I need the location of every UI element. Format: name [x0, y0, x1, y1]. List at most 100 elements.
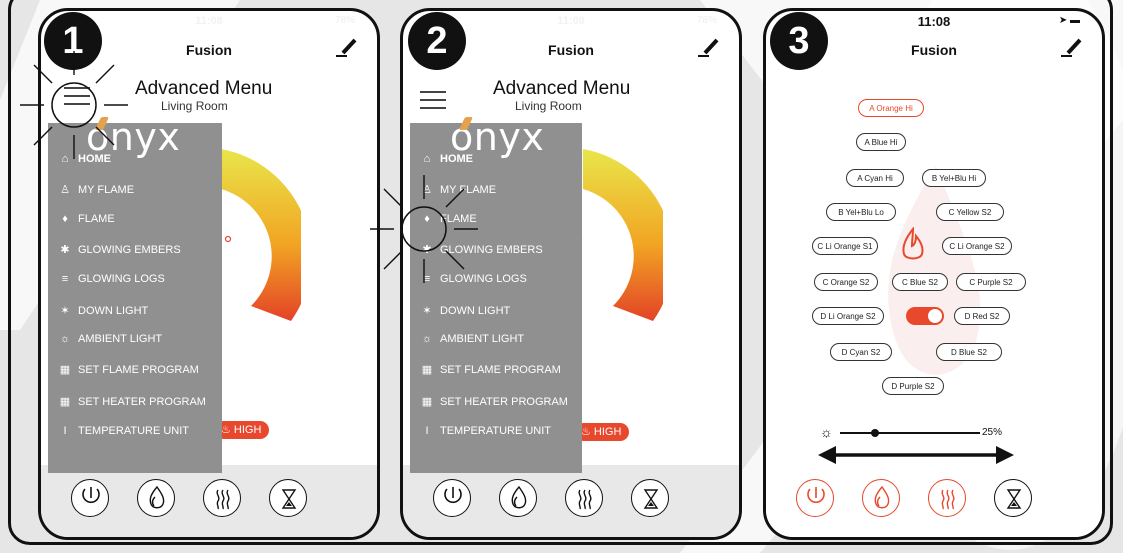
- flame-color-option[interactable]: D Li Orange S2: [812, 307, 884, 325]
- power-button[interactable]: [433, 479, 471, 517]
- side-drawer: onyx ⌂ HOME ♙ MY FLAME ♦ FLAME ✱ GLOWING EMBERS…: [410, 115, 582, 473]
- power-icon: [444, 487, 462, 504]
- flame-color-option[interactable]: C Yellow S2: [936, 203, 1004, 221]
- flame-color-option[interactable]: D Purple S2: [882, 377, 944, 395]
- flame-button[interactable]: [499, 479, 537, 517]
- drawer-item-label: AMBIENT LIGHT: [78, 333, 163, 345]
- bottom-toolbar: [403, 465, 739, 537]
- drawer-item-temperature-unit[interactable]: I TEMPERATURE UNIT: [56, 425, 189, 445]
- power-icon: [807, 487, 825, 504]
- power-icon: [82, 487, 100, 504]
- drawer-item-label: MY FLAME: [78, 184, 135, 196]
- timer-button[interactable]: [631, 479, 669, 517]
- drawer-item-set-flame-program[interactable]: ▦ SET FLAME PROGRAM: [56, 363, 199, 383]
- flame-color-option[interactable]: A Blue Hi: [856, 133, 906, 151]
- menu-icon[interactable]: [417, 89, 449, 111]
- drawer-item-my-flame[interactable]: ♙ MY FLAME: [56, 183, 134, 203]
- heat-button[interactable]: [203, 479, 241, 517]
- flame-color-option[interactable]: C Orange S2: [814, 273, 878, 291]
- person-icon: ♙: [422, 184, 432, 196]
- flame-button[interactable]: [862, 479, 900, 517]
- flame-color-option[interactable]: B Yel+Blu Hi: [922, 169, 986, 187]
- drawer-item-glowing-embers[interactable]: ✱ GLOWING EMBERS: [418, 243, 543, 263]
- embers-icon: ✱: [422, 244, 432, 256]
- heat-high-badge: ♨ HIGH: [575, 423, 630, 441]
- power-button[interactable]: [796, 479, 834, 517]
- step-badge-2: 2: [408, 12, 466, 70]
- drawer-item-ambient-light[interactable]: ☼ AMBIENT LIGHT: [418, 333, 524, 353]
- timer-button[interactable]: [994, 479, 1032, 517]
- drawer-item-label: GLOWING LOGS: [78, 273, 165, 285]
- flame-button[interactable]: [137, 479, 175, 517]
- calendar-icon: ▦: [59, 364, 71, 376]
- power-button[interactable]: [71, 479, 109, 517]
- bottom-toolbar: [766, 465, 1102, 537]
- side-drawer: onyx ⌂ HOME ♙ MY FLAME ♦ FLAME ✱ GLOWING EMBERS…: [48, 115, 222, 473]
- ambient-light-icon: ☼: [59, 333, 71, 345]
- drawer-item-label: HOME: [78, 153, 111, 165]
- edit-icon[interactable]: [333, 33, 361, 59]
- drawer-item-home[interactable]: ⌂ HOME: [418, 153, 473, 173]
- drawer-item-down-light[interactable]: ✶ DOWN LIGHT: [418, 304, 510, 324]
- drawer-item-label: FLAME: [440, 213, 477, 225]
- flame-color-option[interactable]: D Blue S2: [936, 343, 1002, 361]
- toggle-knob: [928, 309, 942, 323]
- flame-color-option[interactable]: A Cyan Hi: [846, 169, 904, 187]
- flame-color-option[interactable]: D Cyan S2: [830, 343, 892, 361]
- heat-icon: [941, 489, 955, 510]
- step-badge-1: 1: [44, 12, 102, 70]
- timer-icon: [281, 489, 297, 509]
- flame-color-option[interactable]: B Yel+Blu Lo: [826, 203, 896, 221]
- logs-icon: ≡: [423, 273, 431, 285]
- menu-icon[interactable]: [61, 85, 93, 107]
- heat-button[interactable]: [928, 479, 966, 517]
- advanced-menu-callout: Advanced Menu: [135, 78, 273, 99]
- bottom-toolbar: [41, 465, 377, 537]
- room-label: Living Room: [161, 99, 228, 113]
- drawer-item-label: SET HEATER PROGRAM: [440, 396, 568, 408]
- signal-battery-icons: ➤ ▬: [1058, 15, 1080, 26]
- flame-toggle[interactable]: [906, 307, 944, 325]
- brightness-slider-knob[interactable]: [871, 429, 879, 437]
- flame-icon: [511, 485, 527, 509]
- drawer-item-flame[interactable]: ♦ FLAME: [418, 213, 477, 233]
- drawer-item-glowing-logs[interactable]: ≡ GLOWING LOGS: [418, 273, 527, 293]
- brightness-icon: ☼: [820, 424, 833, 440]
- brightness-slider[interactable]: [840, 432, 980, 434]
- drawer-item-ambient-light[interactable]: ☼ AMBIENT LIGHT: [56, 333, 162, 353]
- heat-icon: [216, 489, 230, 510]
- timer-button[interactable]: [269, 479, 307, 517]
- drawer-item-my-flame[interactable]: ♙ MY FLAME: [418, 183, 496, 203]
- drawer-item-flame[interactable]: ♦ FLAME: [56, 213, 115, 233]
- down-light-icon: ✶: [60, 305, 70, 317]
- flame-color-option[interactable]: D Red S2: [954, 307, 1010, 325]
- brightness-value: 25%: [982, 427, 1003, 438]
- flame-color-option[interactable]: A Orange Hi: [858, 99, 924, 117]
- drawer-item-set-heater-program[interactable]: ▦ SET HEATER PROGRAM: [56, 395, 206, 415]
- flame-color-option[interactable]: C Li Orange S2: [942, 237, 1012, 255]
- drawer-item-set-flame-program[interactable]: ▦ SET FLAME PROGRAM: [418, 363, 561, 383]
- calendar-icon: ▦: [421, 364, 433, 376]
- flame-color-option[interactable]: C Purple S2: [956, 273, 1026, 291]
- heat-high-badge: ♨ HIGH: [215, 421, 270, 439]
- drawer-item-down-light[interactable]: ✶ DOWN LIGHT: [56, 304, 148, 324]
- heat-button[interactable]: [565, 479, 603, 517]
- edit-icon[interactable]: [1058, 33, 1086, 59]
- heat-badge-label: HIGH: [233, 424, 262, 436]
- drawer-item-label: GLOWING EMBERS: [440, 244, 543, 256]
- step-badge-3: 3: [770, 12, 828, 70]
- calendar-icon: ▦: [59, 396, 71, 408]
- drawer-item-glowing-embers[interactable]: ✱ GLOWING EMBERS: [56, 243, 180, 263]
- drawer-item-set-heater-program[interactable]: ▦ SET HEATER PROGRAM: [418, 395, 568, 415]
- drawer-item-temperature-unit[interactable]: I TEMPERATURE UNIT: [418, 425, 551, 445]
- drawer-item-home[interactable]: ⌂ HOME: [56, 153, 111, 173]
- edit-icon[interactable]: [695, 33, 723, 59]
- flame-color-option[interactable]: C Li Orange S1: [812, 237, 878, 255]
- heat-icon: [578, 489, 592, 510]
- drawer-item-glowing-logs[interactable]: ≡ GLOWING LOGS: [56, 273, 165, 293]
- thermometer-icon: I: [425, 425, 429, 437]
- drawer-item-label: SET HEATER PROGRAM: [78, 396, 206, 408]
- flame-color-option[interactable]: C Blue S2: [892, 273, 948, 291]
- flame-icon: [149, 485, 165, 509]
- ambient-light-icon: ☼: [421, 333, 433, 345]
